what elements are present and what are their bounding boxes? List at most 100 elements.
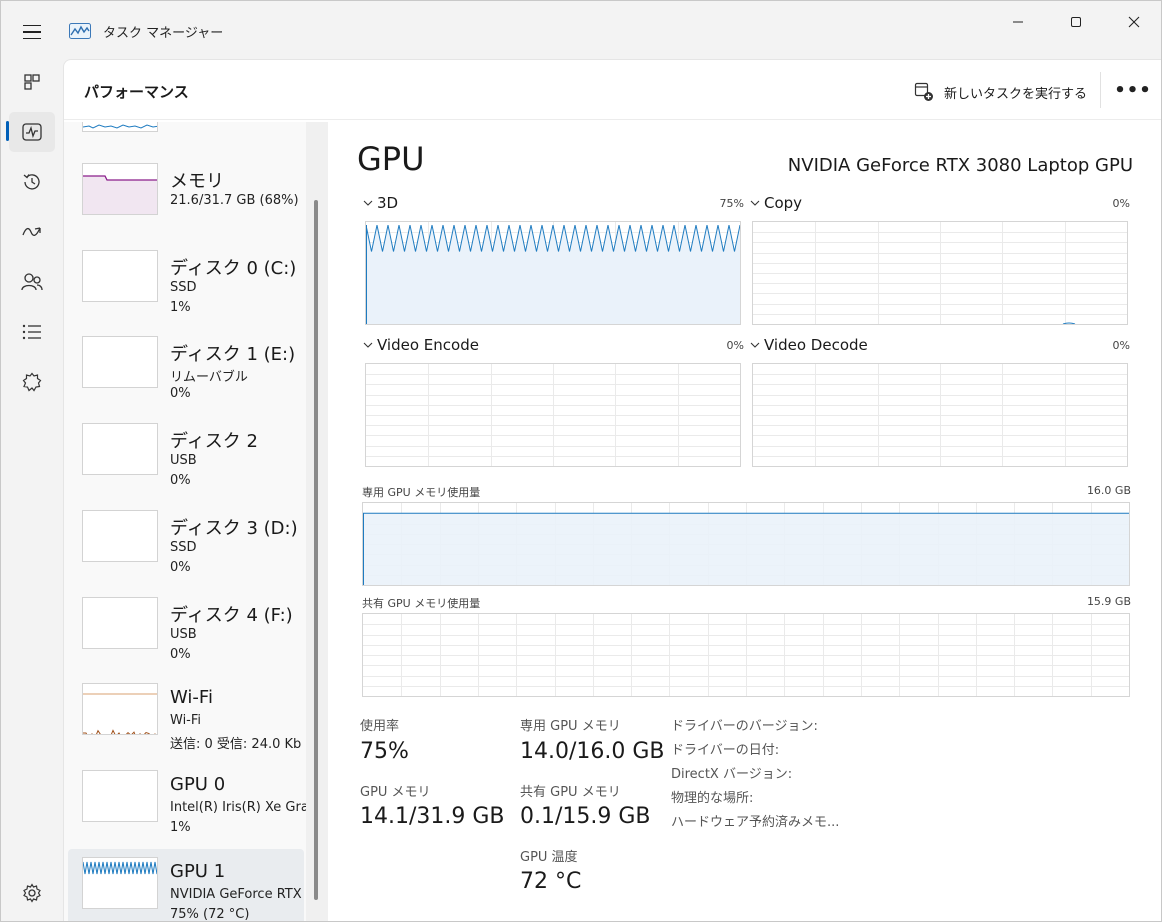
resource-usage: 0% [170, 386, 191, 402]
nav-settings[interactable] [9, 873, 55, 913]
resource-item[interactable]: Wi-Fi Wi-Fi 送信: 0 受信: 24.0 Kb [68, 675, 304, 759]
resource-list: メモリ 21.6/31.7 GB (68%) ディスク 0 (C:) SSD 1% ディス… [64, 122, 328, 921]
engine-video-decode-selector[interactable]: Video Decode [750, 336, 868, 354]
engine-3d-selector[interactable]: 3D [363, 194, 398, 212]
main-panel: パフォーマンス 新しいタスクを実行する ••• メモリ 21.6/31.7 GB … [63, 59, 1161, 921]
dedicated-mem-graph [362, 502, 1130, 586]
resource-thumbnail [82, 683, 158, 736]
processes-icon [24, 74, 40, 90]
directx-version-label: DirectX バージョン: [671, 767, 793, 782]
users-icon [21, 273, 43, 291]
resource-item-partial[interactable] [82, 122, 158, 132]
resource-name: ディスク 3 (D:) [170, 517, 298, 539]
more-options-button[interactable]: ••• [1114, 76, 1151, 104]
engine-copy-selector[interactable]: Copy [750, 194, 802, 212]
driver-version-label: ドライバーのバージョン: [671, 719, 818, 734]
shared-gpu-memory-value: 0.1/15.9 GB [520, 804, 651, 829]
resource-detail: USB [170, 453, 197, 469]
dedicated-mem-graph-max: 16.0 GB [1086, 484, 1131, 497]
shared-mem-graph-max: 15.9 GB [1086, 595, 1131, 608]
dedicated-mem-graph-label: 専用 GPU メモリ使用量 [362, 486, 481, 499]
resource-detail: USB [170, 626, 197, 642]
usage-blip [1062, 322, 1076, 324]
thumb-graph [83, 337, 158, 388]
resource-thumbnail [82, 249, 158, 302]
gpu-memory-value: 14.1/31.9 GB [360, 804, 505, 829]
gpu-memory-label: GPU メモリ [360, 785, 431, 800]
resource-thumbnail [82, 163, 158, 215]
engine-video-decode-pct: 0% [1112, 339, 1130, 352]
gpu-title: GPU [357, 140, 425, 178]
resource-item[interactable]: ディスク 4 (F:) USB 0% [68, 589, 304, 673]
minimize-button[interactable] [989, 1, 1047, 43]
resource-name: ディスク 4 (F:) [170, 604, 293, 626]
gpu-model: NVIDIA GeForce RTX 3080 Laptop GPU [787, 155, 1133, 176]
chevron-down-icon [750, 342, 760, 348]
shared-mem-graph-label: 共有 GPU メモリ使用量 [362, 597, 481, 610]
nav-users[interactable] [9, 262, 55, 302]
page-title: パフォーマンス [84, 83, 189, 101]
engine-video-encode-selector[interactable]: Video Encode [363, 336, 479, 354]
resource-detail: Wi-Fi [170, 713, 202, 729]
resource-item[interactable]: ディスク 0 (C:) SSD 1% [68, 242, 304, 326]
resource-detail: リムーバブル [170, 370, 248, 386]
resource-item[interactable]: ディスク 2 USB 0% [68, 415, 304, 499]
title-bar: タスク マネージャー [1, 1, 1161, 49]
nav-processes[interactable] [9, 62, 55, 102]
resource-usage: 0% [170, 473, 191, 489]
nav-details[interactable] [9, 312, 55, 352]
services-icon [22, 372, 42, 392]
shared-gpu-memory-label: 共有 GPU メモリ [520, 785, 621, 800]
task-manager-app-icon [69, 23, 91, 43]
settings-icon [23, 883, 41, 903]
resource-name: Wi-Fi [170, 687, 213, 709]
utilization-label: 使用率 [360, 719, 400, 734]
driver-date-label: ドライバーの日付: [671, 743, 780, 758]
thumb-graph [83, 771, 158, 822]
gpu-temperature-value: 72 °C [520, 869, 582, 894]
app-history-icon [23, 174, 40, 190]
chevron-down-icon [363, 342, 373, 348]
engine-3d-pct: 75% [719, 197, 744, 210]
thumb-graph [83, 424, 158, 475]
usage-area [363, 513, 1129, 585]
resource-thumbnail [82, 596, 158, 649]
resource-item[interactable]: ディスク 3 (D:) SSD 0% [68, 502, 304, 586]
engine-copy-pct: 0% [1112, 197, 1130, 210]
thumb-graph [83, 124, 157, 129]
nav-startup-apps[interactable] [9, 212, 55, 252]
resource-item[interactable]: GPU 0 Intel(R) Iris(R) Xe Gra 1% [68, 762, 309, 846]
close-button[interactable] [1105, 1, 1161, 43]
header-divider [1100, 72, 1101, 108]
thumb-graph [83, 175, 157, 214]
resource-usage: 1% [170, 819, 191, 835]
thumb-graph [83, 693, 157, 735]
nav-performance[interactable] [9, 112, 55, 152]
engine-copy-label: Copy [764, 194, 803, 212]
task-manager-window: タスク マネージャー パフォーマンス 新しいタスクを実行する ••• メモリ 2… [0, 0, 1162, 922]
engine-video-decode-graph [752, 363, 1128, 467]
resource-item[interactable]: ディスク 1 (E:) リムーバブル 0% [68, 328, 304, 412]
resource-name: GPU 0 [170, 773, 226, 795]
physical-location-label: 物理的な場所: [671, 791, 754, 806]
run-new-task-label: 新しいタスクを実行する [944, 86, 1088, 102]
hardware-reserved-memory-label: ハードウェア予約済みメモ... [671, 815, 840, 830]
nav-app-history[interactable] [9, 162, 55, 202]
dedicated-gpu-memory-value: 14.0/16.0 GB [520, 739, 665, 764]
engine-3d-graph [365, 221, 741, 325]
engine-video-encode-graph [365, 363, 741, 467]
thumb-graph [83, 861, 157, 874]
resource-item[interactable]: メモリ 21.6/31.7 GB (68%) [68, 155, 304, 239]
resource-usage: 送信: 0 受信: 24.0 Kb [170, 737, 302, 753]
resource-detail: SSD [170, 539, 197, 555]
resource-list-scrollbar-thumb[interactable] [314, 200, 318, 900]
maximize-button[interactable] [1047, 1, 1105, 43]
usage-area [366, 225, 740, 324]
resource-item[interactable]: GPU 1 NVIDIA GeForce RTX 75% (72 °C) [68, 848, 304, 921]
resource-thumbnail [82, 509, 158, 562]
hamburger-menu-icon[interactable] [15, 15, 49, 49]
run-new-task-button[interactable]: 新しいタスクを実行する [914, 79, 1087, 105]
resource-detail: Intel(R) Iris(R) Xe Gra [170, 799, 309, 815]
resource-detail: SSD [170, 279, 197, 295]
nav-services[interactable] [9, 362, 55, 402]
